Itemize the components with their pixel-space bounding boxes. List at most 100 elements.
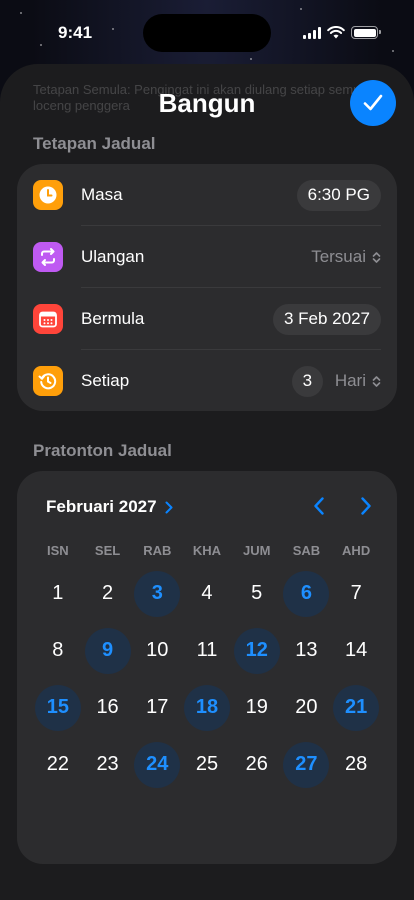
repeat-select[interactable]: Tersuai	[311, 247, 381, 267]
calendar-day[interactable]: 4	[182, 565, 232, 622]
weekday-label: AHD	[342, 543, 371, 558]
status-bar: 9:41	[0, 0, 414, 66]
day-number: 27	[283, 741, 330, 788]
status-time: 9:41	[58, 23, 93, 42]
repeat-value: Tersuai	[311, 247, 366, 266]
calendar-day[interactable]: 23	[83, 736, 133, 793]
interval-count[interactable]: 3	[291, 365, 323, 397]
month-picker[interactable]: Februari 2027	[46, 497, 173, 517]
day-number: 1	[52, 582, 64, 604]
calendar-day-scheduled[interactable]: 18	[182, 679, 232, 736]
weekday-label: RAB	[143, 543, 172, 558]
day-number: 13	[295, 639, 318, 661]
calendar-day[interactable]: 28	[331, 736, 381, 793]
calendar-day-scheduled[interactable]: 27	[282, 736, 332, 793]
calendar-day[interactable]: 16	[83, 679, 133, 736]
time-row[interactable]: Masa 6:30 PG	[17, 164, 397, 226]
day-number: 14	[345, 639, 368, 661]
alarm-sheet: Tetapan Semula: Pengingat ini akan diula…	[0, 64, 414, 900]
status-icons	[303, 26, 381, 39]
weekday-label: SAB	[292, 543, 321, 558]
calendar-day-scheduled[interactable]: 3	[132, 565, 182, 622]
start-date-pill[interactable]: 3 Feb 2027	[272, 303, 381, 335]
day-number: 25	[195, 753, 219, 775]
calendar-preview-card: Februari 2027 ISN SEL RAB KHA JUM SAB AHD 1234…	[17, 471, 397, 864]
day-number: 22	[46, 753, 69, 775]
repeat-row[interactable]: Ulangan Tersuai	[17, 226, 397, 288]
day-number: 3	[134, 570, 181, 617]
confirm-button[interactable]	[350, 80, 396, 126]
day-number: 17	[146, 696, 169, 718]
calendar-day-scheduled[interactable]: 15	[33, 679, 83, 736]
day-number: 4	[201, 582, 213, 604]
calendar-day[interactable]: 11	[182, 622, 232, 679]
weekday-header: ISN SEL RAB KHA JUM SAB AHD	[33, 543, 381, 558]
day-number: 15	[34, 684, 81, 731]
calendar-day[interactable]: 10	[132, 622, 182, 679]
checkmark-icon	[363, 94, 383, 111]
dynamic-island	[143, 14, 271, 52]
history-icon	[33, 366, 63, 396]
day-number: 8	[52, 639, 64, 661]
weekday-label: SEL	[94, 543, 121, 558]
chevron-up-down-icon	[372, 375, 381, 387]
calendar-day[interactable]: 26	[232, 736, 282, 793]
interval-label: Setiap	[81, 371, 130, 390]
calendar-day-scheduled[interactable]: 12	[232, 622, 282, 679]
battery-icon	[351, 26, 381, 39]
calendar-day[interactable]: 14	[331, 622, 381, 679]
day-number: 26	[245, 753, 268, 775]
calendar-day-scheduled[interactable]: 21	[331, 679, 381, 736]
month-label: Februari 2027	[46, 497, 157, 516]
interval-row[interactable]: Setiap 3 Hari	[17, 350, 397, 412]
schedule-section-label: Tetapan Jadual	[33, 134, 156, 153]
wifi-icon	[327, 26, 345, 39]
calendar-day[interactable]: 8	[33, 622, 83, 679]
next-month-button[interactable]	[353, 493, 379, 519]
day-number: 28	[345, 753, 368, 775]
clock-icon	[33, 180, 63, 210]
start-date-row[interactable]: Bermula 3 Feb 2027	[17, 288, 397, 350]
chevron-up-down-icon	[372, 251, 381, 263]
day-number: 9	[84, 627, 131, 674]
day-number: 20	[295, 696, 318, 718]
interval-unit: Hari	[334, 371, 366, 390]
weekday-label: ISN	[47, 543, 69, 558]
calendar-day[interactable]: 13	[282, 622, 332, 679]
calendar-day-scheduled[interactable]: 9	[83, 622, 133, 679]
chevron-right-icon	[361, 497, 371, 515]
calendar-day[interactable]: 20	[282, 679, 332, 736]
repeat-icon	[33, 242, 63, 272]
day-number: 21	[333, 684, 380, 731]
calendar-icon	[33, 304, 63, 334]
day-number: 23	[96, 753, 119, 775]
calendar-day[interactable]: 1	[33, 565, 83, 622]
calendar-day[interactable]: 17	[132, 679, 182, 736]
calendar-day[interactable]: 19	[232, 679, 282, 736]
calendar-grid: 1 2 3 4 5 6 7 8 9 10 11 12 13 14 15 16 17 18 19 20 21 22 23 24 2…	[33, 565, 381, 793]
calendar-day-scheduled[interactable]: 24	[132, 736, 182, 793]
calendar-day[interactable]: 7	[331, 565, 381, 622]
day-number: 11	[196, 639, 218, 661]
time-label: Masa	[81, 185, 123, 204]
day-number: 16	[96, 696, 119, 718]
day-number: 10	[146, 639, 169, 661]
day-number: 6	[283, 570, 330, 617]
day-number: 2	[102, 582, 114, 604]
preview-section-label: Pratonton Jadual	[33, 441, 172, 460]
calendar-day[interactable]: 5	[232, 565, 282, 622]
calendar-day[interactable]: 25	[182, 736, 232, 793]
repeat-label: Ulangan	[81, 247, 145, 266]
chevron-left-icon	[314, 497, 324, 515]
start-date-label: Bermula	[81, 309, 145, 328]
time-value-pill[interactable]: 6:30 PG	[296, 179, 381, 211]
prev-month-button[interactable]	[306, 493, 332, 519]
calendar-day-scheduled[interactable]: 6	[282, 565, 332, 622]
chevron-right-icon	[165, 501, 173, 513]
day-number: 12	[233, 627, 280, 674]
day-number: 19	[245, 696, 268, 718]
calendar-day[interactable]: 2	[83, 565, 133, 622]
interval-select[interactable]: 3 Hari	[291, 365, 381, 397]
calendar-day[interactable]: 22	[33, 736, 83, 793]
cellular-signal-icon	[303, 26, 321, 39]
